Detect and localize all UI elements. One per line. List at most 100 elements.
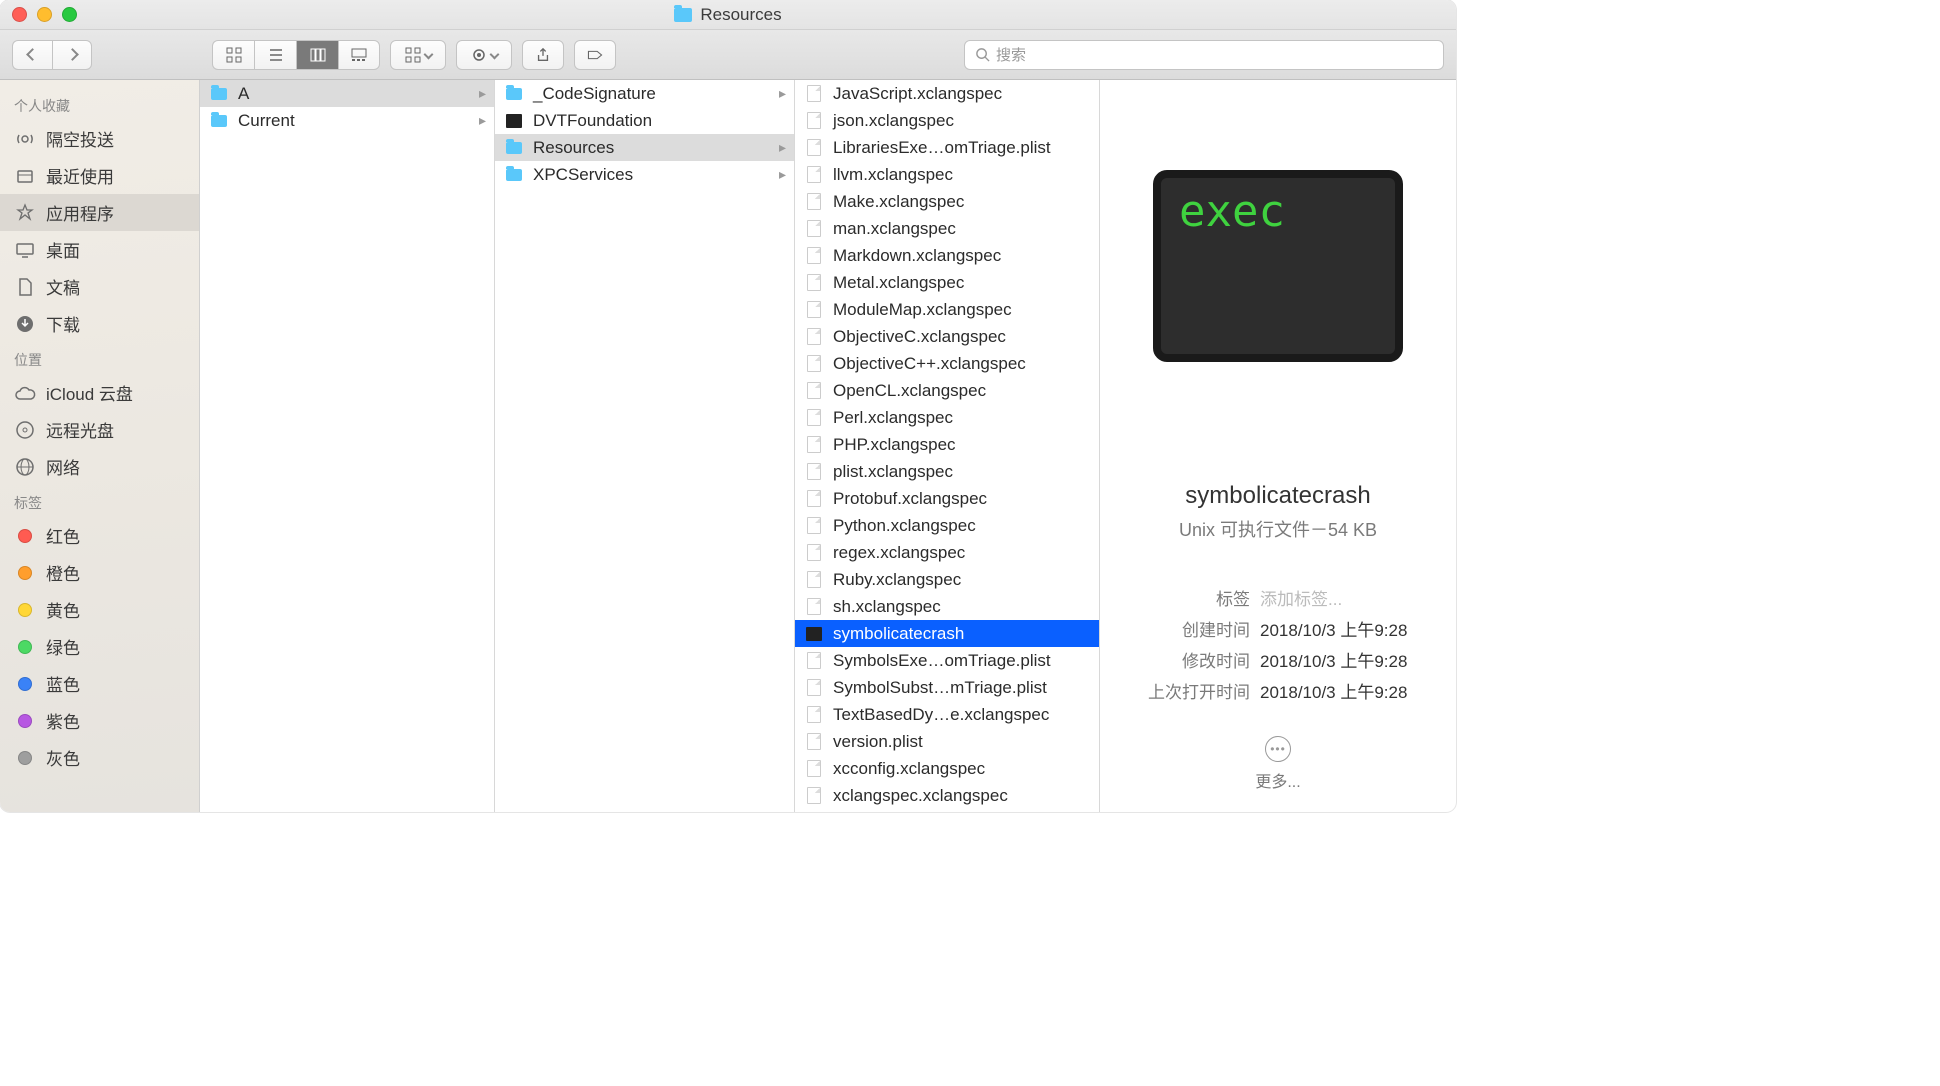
file-row[interactable]: symbolicatecrash xyxy=(795,620,1099,647)
sidebar-item[interactable]: 远程光盘 xyxy=(0,411,199,448)
sidebar-item-label: 黄色 xyxy=(46,597,80,622)
file-icon xyxy=(805,328,823,346)
file-row[interactable]: ModuleMap.xclangspec xyxy=(795,296,1099,323)
tags-label: 标签 xyxy=(1120,585,1250,610)
file-icon xyxy=(805,463,823,481)
file-icon xyxy=(805,706,823,724)
file-name: regex.xclangspec xyxy=(833,543,965,563)
gear-icon xyxy=(470,46,488,64)
sidebar-item[interactable]: 橙色 xyxy=(0,554,199,591)
file-row[interactable]: ObjectiveC++.xclangspec xyxy=(795,350,1099,377)
file-row[interactable]: SymbolSubst…mTriage.plist xyxy=(795,674,1099,701)
file-name: ObjectiveC++.xclangspec xyxy=(833,354,1026,374)
exec-icon xyxy=(505,112,523,130)
file-row[interactable]: _CodeSignature▸ xyxy=(495,80,794,107)
file-row[interactable]: A▸ xyxy=(200,80,494,107)
file-name: DVTFoundation xyxy=(533,111,652,131)
file-row[interactable]: Protobuf.xclangspec xyxy=(795,485,1099,512)
list-view-button[interactable] xyxy=(254,40,296,70)
action-button[interactable] xyxy=(456,40,512,70)
sidebar-item[interactable]: 灰色 xyxy=(0,739,199,776)
sidebar-item[interactable]: 红色 xyxy=(0,517,199,554)
sidebar-item-label: 应用程序 xyxy=(46,200,114,225)
sidebar-item[interactable]: 蓝色 xyxy=(0,665,199,702)
chevron-right-icon: ▸ xyxy=(779,166,786,183)
sidebar-item[interactable]: 桌面 xyxy=(0,231,199,268)
file-row[interactable]: version.plist xyxy=(795,728,1099,755)
file-row[interactable]: JavaScript.xclangspec xyxy=(795,80,1099,107)
tags-button[interactable] xyxy=(574,40,616,70)
file-row[interactable]: llvm.xclangspec xyxy=(795,161,1099,188)
file-name: A xyxy=(238,84,249,104)
icon-view-button[interactable] xyxy=(212,40,254,70)
share-button[interactable] xyxy=(522,40,564,70)
file-name: xclangspec.xclangspec xyxy=(833,786,1008,806)
sidebar-item[interactable]: 黄色 xyxy=(0,591,199,628)
file-row[interactable]: xcconfig.xclangspec xyxy=(795,755,1099,782)
file-row[interactable]: Metal.xclangspec xyxy=(795,269,1099,296)
file-name: PHP.xclangspec xyxy=(833,435,956,455)
file-row[interactable]: SymbolsExe…omTriage.plist xyxy=(795,647,1099,674)
file-row[interactable]: Resources▸ xyxy=(495,134,794,161)
sidebar-item[interactable]: 最近使用 xyxy=(0,157,199,194)
minimize-button[interactable] xyxy=(37,7,52,22)
airdrop-icon xyxy=(14,129,36,149)
file-row[interactable]: Ruby.xclangspec xyxy=(795,566,1099,593)
sidebar-item[interactable]: 紫色 xyxy=(0,702,199,739)
file-row[interactable]: LibrariesExe…omTriage.plist xyxy=(795,134,1099,161)
file-name: plist.xclangspec xyxy=(833,462,953,482)
file-row[interactable]: ObjectiveC.xclangspec xyxy=(795,323,1099,350)
traffic-lights xyxy=(12,7,77,22)
file-row[interactable]: Markdown.xclangspec xyxy=(795,242,1099,269)
more-button[interactable]: ••• xyxy=(1265,736,1291,762)
preview-filename: symbolicatecrash xyxy=(1185,482,1370,510)
sidebar-item[interactable]: 隔空投送 xyxy=(0,120,199,157)
sidebar-item[interactable]: iCloud 云盘 xyxy=(0,374,199,411)
file-row[interactable]: DVTFoundation xyxy=(495,107,794,134)
file-row[interactable]: PHP.xclangspec xyxy=(795,431,1099,458)
window-body: 个人收藏隔空投送最近使用应用程序桌面文稿下载位置iCloud 云盘远程光盘网络标… xyxy=(0,80,1456,812)
file-row[interactable]: OpenCL.xclangspec xyxy=(795,377,1099,404)
sidebar-item[interactable]: 文稿 xyxy=(0,268,199,305)
toolbar: 搜索 xyxy=(0,30,1456,80)
file-row[interactable]: regex.xclangspec xyxy=(795,539,1099,566)
created-value: 2018/10/3 上午9:28 xyxy=(1260,616,1407,641)
file-row[interactable]: plist.xclangspec xyxy=(795,458,1099,485)
sidebar-item[interactable]: 下载 xyxy=(0,305,199,342)
file-name: SymbolSubst…mTriage.plist xyxy=(833,678,1047,698)
modified-label: 修改时间 xyxy=(1120,647,1250,672)
file-row[interactable]: man.xclangspec xyxy=(795,215,1099,242)
sidebar-item-label: 下载 xyxy=(46,311,80,336)
file-row[interactable]: XPCServices▸ xyxy=(495,161,794,188)
preview-kind-size: Unix 可执行文件－54 KB xyxy=(1179,516,1377,542)
file-icon xyxy=(805,787,823,805)
file-name: _CodeSignature xyxy=(533,84,656,104)
file-row[interactable]: sh.xclangspec xyxy=(795,593,1099,620)
column-view-button[interactable] xyxy=(296,40,338,70)
close-button[interactable] xyxy=(12,7,27,22)
file-row[interactable]: Python.xclangspec xyxy=(795,512,1099,539)
file-name: Make.xclangspec xyxy=(833,192,964,212)
arrange-button[interactable] xyxy=(390,40,446,70)
zoom-button[interactable] xyxy=(62,7,77,22)
gallery-view-button[interactable] xyxy=(338,40,380,70)
sidebar-item[interactable]: 网络 xyxy=(0,448,199,485)
sidebar-item-label: 蓝色 xyxy=(46,671,80,696)
file-icon xyxy=(805,274,823,292)
file-row[interactable]: Make.xclangspec xyxy=(795,188,1099,215)
sidebar-item[interactable]: 绿色 xyxy=(0,628,199,665)
file-row[interactable]: json.xclangspec xyxy=(795,107,1099,134)
file-row[interactable]: xclangspec.xclangspec xyxy=(795,782,1099,809)
forward-button[interactable] xyxy=(52,40,92,70)
file-icon xyxy=(805,193,823,211)
desktop-icon xyxy=(14,240,36,260)
tags-placeholder[interactable]: 添加标签... xyxy=(1260,585,1342,610)
sidebar-item-label: 网络 xyxy=(46,454,80,479)
search-field[interactable]: 搜索 xyxy=(964,40,1444,70)
back-button[interactable] xyxy=(12,40,52,70)
file-row[interactable]: Perl.xclangspec xyxy=(795,404,1099,431)
chevron-down-icon xyxy=(490,50,500,60)
sidebar-item[interactable]: 应用程序 xyxy=(0,194,199,231)
file-row[interactable]: Current▸ xyxy=(200,107,494,134)
file-row[interactable]: TextBasedDy…e.xclangspec xyxy=(795,701,1099,728)
